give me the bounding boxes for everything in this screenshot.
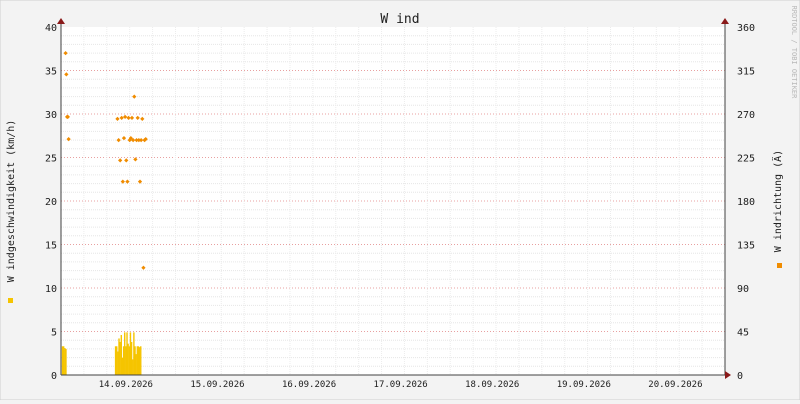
x-tick-label: 18.09.2026	[465, 380, 519, 390]
y-right-tick-label: 180	[737, 197, 755, 208]
legend-marker-speed	[8, 298, 13, 303]
y-left-tick-label: 10	[45, 284, 57, 295]
y-left-tick-label: 40	[45, 23, 57, 34]
chart: 0 5 10 15 20 25 30 35 40 0 45 90 135 180 225 270 315 360 1…	[0, 0, 800, 401]
y-right-tick-label: 225	[737, 154, 755, 165]
x-tick-label: 14.09.2026	[99, 380, 153, 390]
x-tick-label: 19.09.2026	[557, 380, 611, 390]
y-right-tick-label: 135	[737, 241, 755, 252]
y-left-tick-label: 5	[51, 328, 57, 339]
y-left-tick-label: 35	[45, 67, 57, 78]
watermark: RRDTOOL / TOBI OETIKER	[790, 6, 798, 100]
y-left-tick-label: 15	[45, 241, 57, 252]
chart-canvas: 0 5 10 15 20 25 30 35 40 0 45 90 135 180 225 270 315 360 1…	[0, 0, 800, 401]
y-left-tick-label: 30	[45, 110, 57, 121]
y-left-tick-label: 25	[45, 154, 57, 165]
y-left-tick-label: 0	[51, 371, 57, 382]
x-tick-label: 16.09.2026	[282, 380, 336, 390]
y-right-tick-label: 0	[737, 371, 743, 382]
x-tick-label: 15.09.2026	[190, 380, 244, 390]
y-right-tick-label: 315	[737, 67, 755, 78]
y-right-tick-label: 270	[737, 110, 755, 121]
y-left-tick-label: 20	[45, 197, 57, 208]
y-axis-right-label: W indrichtung (Ä)	[771, 150, 784, 252]
x-tick-label: 17.09.2026	[374, 380, 428, 390]
y-right-tick-label: 360	[737, 23, 755, 34]
y-right-tick-label: 90	[737, 284, 749, 295]
y-right-tick-label: 45	[737, 328, 749, 339]
chart-title: W ind	[380, 12, 419, 27]
x-tick-label: 20.09.2026	[648, 380, 702, 390]
legend-marker-direction	[777, 263, 782, 268]
y-axis-left-label: W indgeschwindigkeit (km/h)	[6, 120, 17, 283]
